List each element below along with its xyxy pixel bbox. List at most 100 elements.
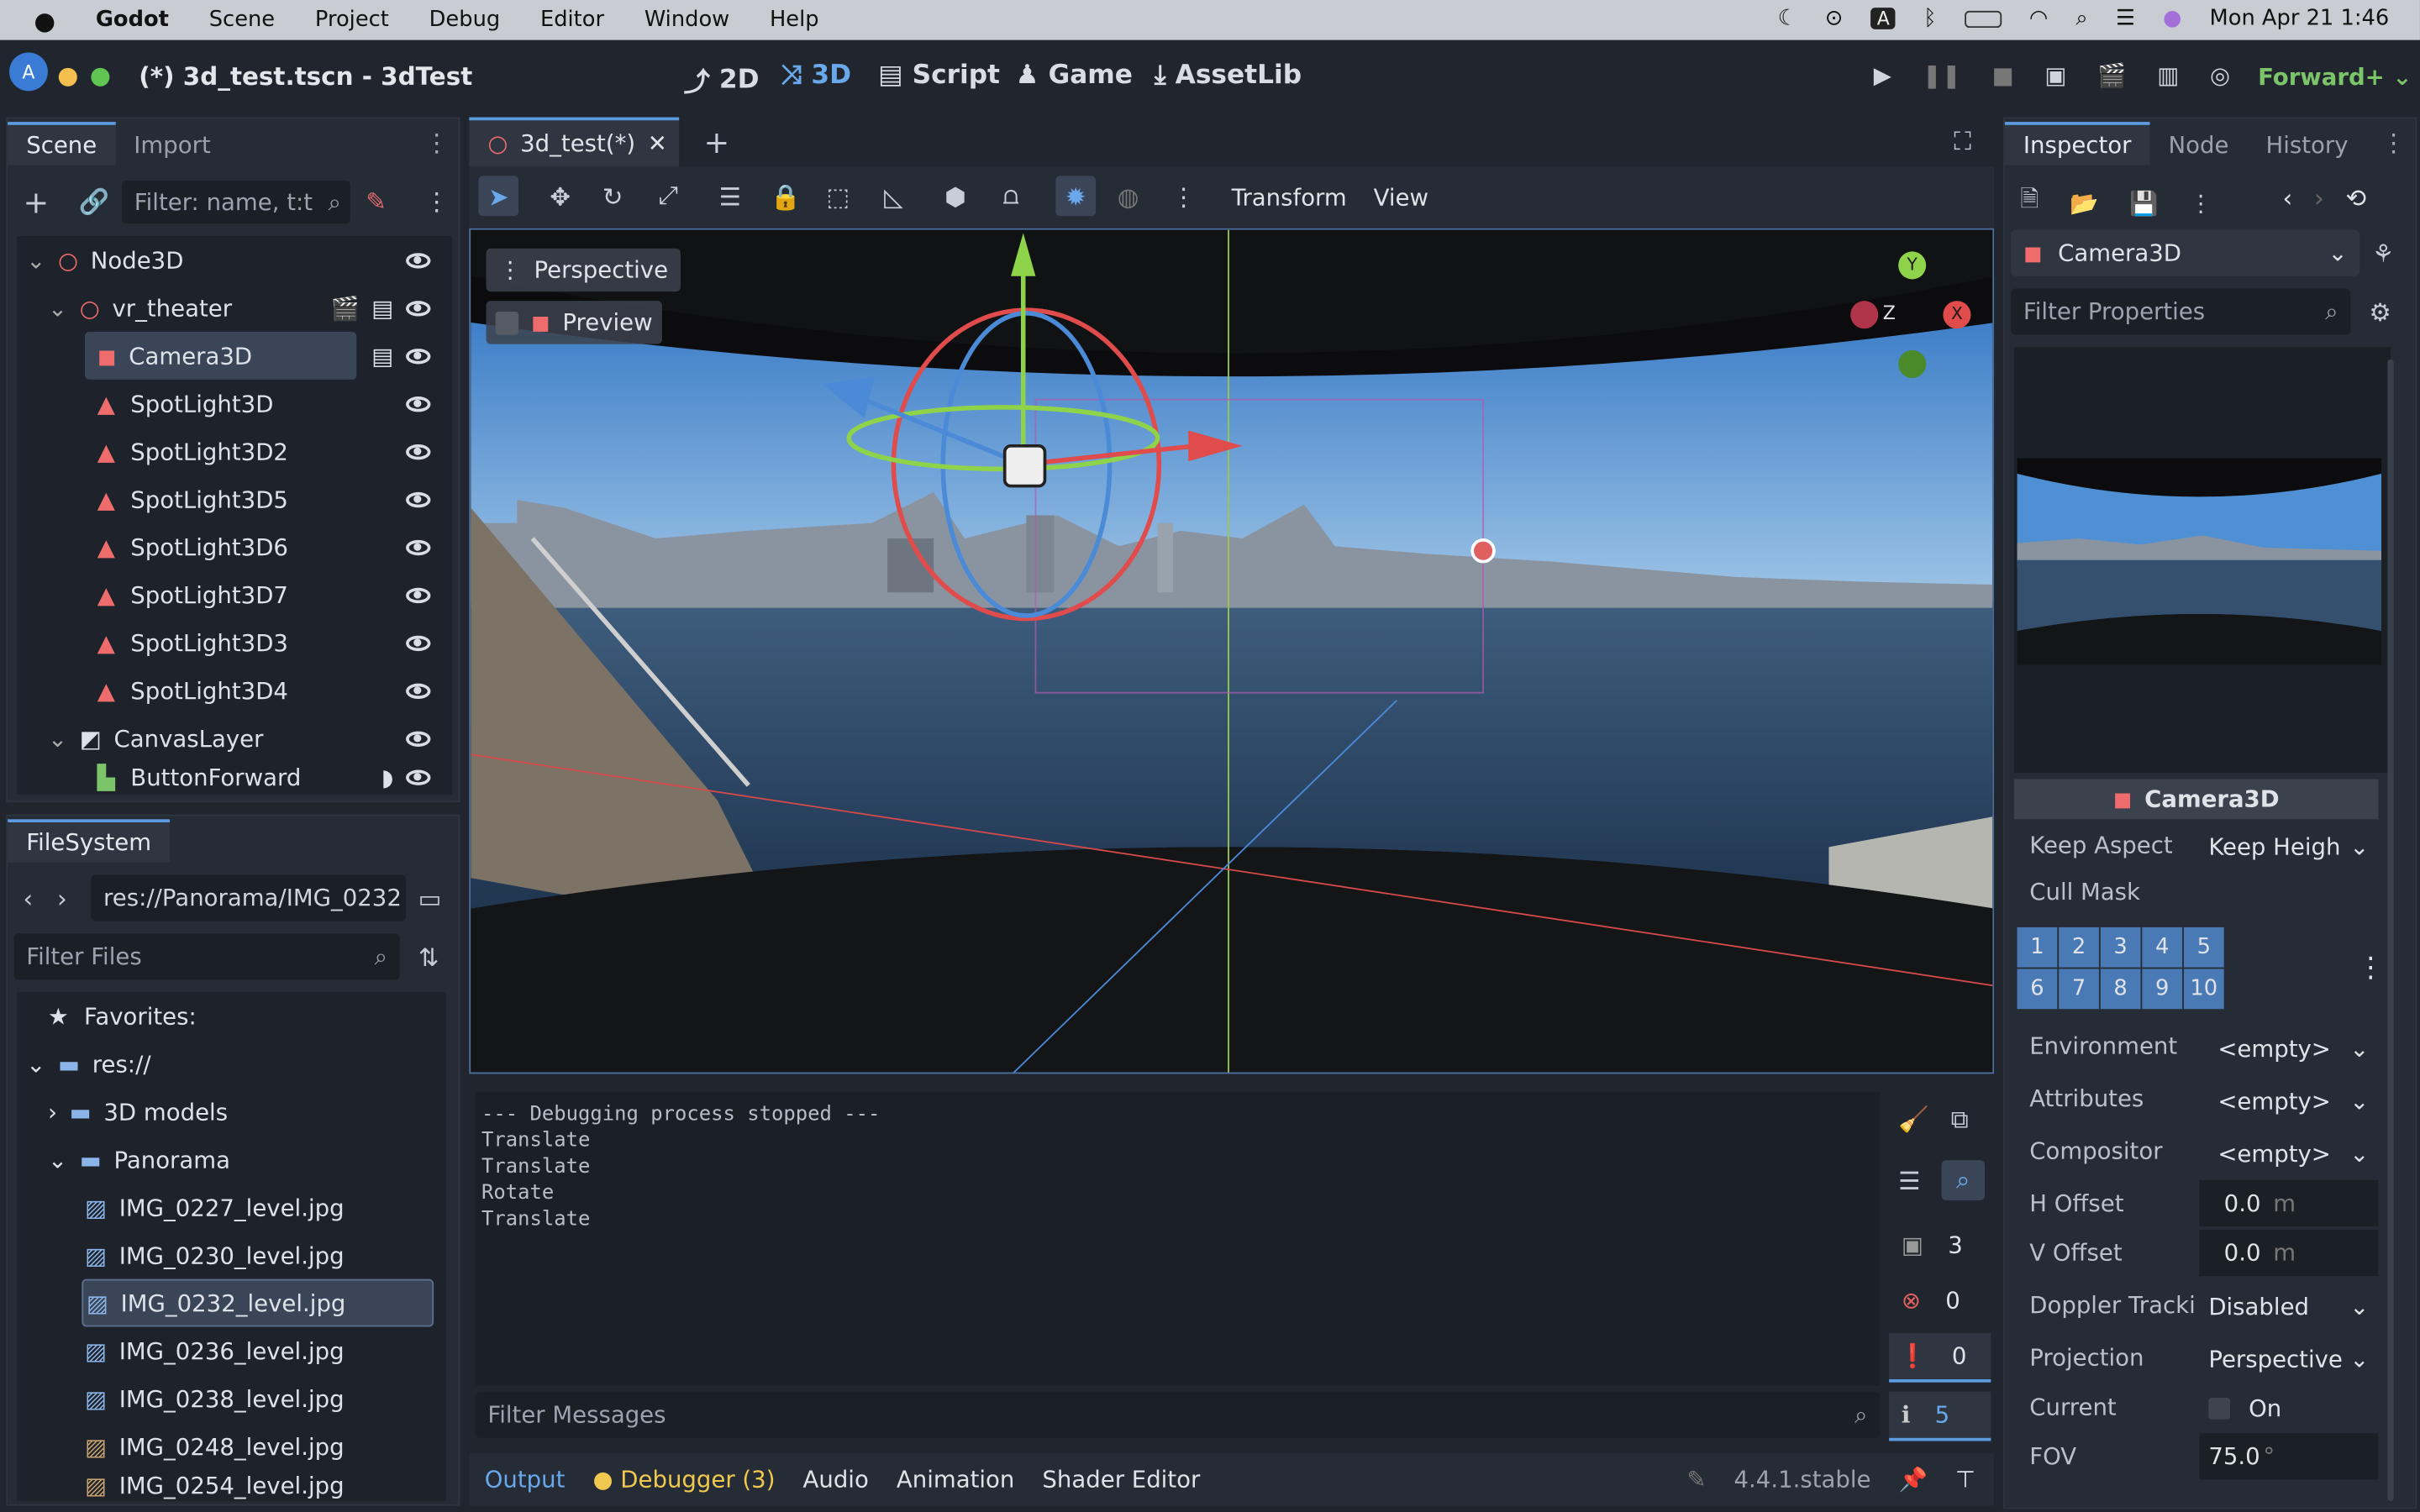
file-item[interactable]: ▨ IMG_0230_level.jpg — [85, 1231, 345, 1279]
renderer-selector[interactable]: Forward+ ⌄ — [2258, 63, 2412, 91]
list-select-icon[interactable]: ☰ — [710, 176, 750, 216]
search-icon[interactable]: ⌕ — [1941, 1160, 1985, 1200]
tree-node-spotlight[interactable]: ▲ SpotLight3D5 — [85, 475, 452, 523]
filter-messages-count[interactable]: ▣ 3 — [1892, 1222, 1991, 1268]
environment-resource[interactable]: <empty> ⌄ — [2202, 1029, 2381, 1069]
menu-scene[interactable]: Scene — [209, 8, 275, 32]
add-node-icon[interactable]: + — [24, 184, 50, 221]
visibility-eye-icon[interactable] — [406, 769, 431, 785]
visibility-eye-icon[interactable] — [406, 682, 431, 699]
tab-output[interactable]: Output — [485, 1466, 566, 1494]
v-offset-field[interactable]: 0.0 m — [2199, 1229, 2379, 1276]
visibility-eye-icon[interactable] — [406, 444, 431, 459]
signal-icon[interactable]: ◗ — [381, 764, 394, 791]
perspective-button[interactable]: ⋮ Perspective — [486, 248, 681, 292]
doppler-dropdown[interactable]: Disabled ⌄ — [2196, 1285, 2379, 1328]
tab-scene[interactable]: Scene — [8, 122, 116, 165]
forward-icon[interactable]: › — [57, 884, 67, 913]
tab-node[interactable]: Node — [2149, 125, 2247, 165]
tree-node-camera3d[interactable]: ◼ Camera3D — [85, 331, 357, 380]
history-forward-icon[interactable]: › — [2314, 184, 2324, 213]
window-minimize-button[interactable] — [58, 67, 77, 87]
menu-debug[interactable]: Debug — [429, 8, 501, 32]
battery-icon[interactable] — [1964, 9, 2002, 28]
menu-transform[interactable]: Transform — [1232, 184, 1347, 212]
movie-maker-icon[interactable]: ◎ — [2210, 61, 2230, 89]
siri-icon[interactable]: ● — [2163, 6, 2181, 30]
play-scene-icon[interactable]: 🎬 — [2097, 61, 2126, 89]
move-tool-icon[interactable]: ✥ — [540, 176, 581, 216]
visibility-eye-icon[interactable] — [406, 396, 431, 412]
keep-aspect-dropdown[interactable]: Keep Heigh ⌄ — [2196, 826, 2379, 869]
file-item[interactable]: ▨ IMG_0248_level.jpg — [85, 1422, 345, 1470]
main-game-button[interactable]: ♟ Game — [1016, 60, 1133, 92]
script-icon[interactable]: ▤ — [371, 342, 393, 370]
tree-node-spotlight[interactable]: ▲ SpotLight3D3 — [85, 619, 452, 667]
tree-node-spotlight[interactable]: ▲ SpotLight3D — [85, 380, 452, 428]
expand-panel-icon[interactable]: ⊤ — [1955, 1466, 1975, 1494]
orientation-gizmo[interactable]: Y Z X — [1850, 251, 1971, 378]
compositor-resource[interactable]: <empty> ⌄ — [2202, 1134, 2381, 1174]
menu-help[interactable]: Help — [770, 8, 819, 32]
visibility-eye-icon[interactable] — [406, 586, 431, 603]
tab-3d-test[interactable]: ○ 3d_test(*) ✕ — [469, 117, 680, 167]
split-view-icon[interactable]: ▭ — [418, 884, 442, 913]
link-icon[interactable]: 🔗 — [79, 186, 110, 216]
kebab-icon[interactable]: ⋮ — [424, 128, 449, 157]
tab-shader-editor[interactable]: Shader Editor — [1042, 1466, 1200, 1494]
inspector-scrollbar[interactable] — [2387, 359, 2394, 1502]
visibility-eye-icon[interactable] — [406, 252, 431, 268]
current-checkbox[interactable]: On — [2208, 1387, 2281, 1430]
apple-icon[interactable]: ● — [34, 5, 55, 34]
folder-3d-models[interactable]: › ▬ 3D models — [48, 1088, 228, 1136]
tab-animation[interactable]: Animation — [897, 1466, 1014, 1494]
visibility-eye-icon[interactable] — [406, 634, 431, 651]
wifi-icon[interactable]: ◠ — [2029, 6, 2048, 30]
play-icon[interactable]: ▶ — [1874, 61, 1891, 89]
path-field[interactable]: res://Panorama/IMG_0232 — [91, 874, 407, 921]
filter-script-icon[interactable]: ✎ — [366, 186, 387, 216]
tree-node-buttonforward[interactable]: ▙ ButtonForward ◗ — [85, 762, 452, 793]
tab-debugger[interactable]: ● Debugger (3) — [592, 1466, 775, 1494]
tab-history[interactable]: History — [2247, 125, 2366, 165]
inspector-settings-icon[interactable]: ⚙ — [2369, 297, 2391, 327]
open-folder-icon[interactable]: 📂 — [2070, 189, 2098, 217]
tree-node-spotlight[interactable]: ▲ SpotLight3D4 — [85, 666, 452, 714]
file-filter-input[interactable]: Filter Files ⌕ — [13, 933, 400, 980]
kebab-icon[interactable]: ⋮ — [2189, 189, 2212, 217]
tree-node-spotlight[interactable]: ▲ SpotLight3D2 — [85, 428, 452, 475]
collapse-icon[interactable]: ☰ — [1898, 1167, 1920, 1196]
object-selector[interactable]: ◼ Camera3D ⌄ — [2011, 229, 2360, 276]
window-zoom-button[interactable] — [91, 67, 110, 87]
filter-warnings-count[interactable]: ❗ 0 — [1889, 1332, 1991, 1383]
play-custom-scene-icon[interactable]: ▥ — [2157, 61, 2179, 89]
pause-icon[interactable]: ❚❚ — [1923, 61, 1961, 89]
object-history-icon[interactable]: ⟲ — [2345, 184, 2366, 213]
visibility-eye-icon[interactable] — [406, 491, 431, 507]
tab-audio[interactable]: Audio — [803, 1466, 869, 1494]
h-offset-field[interactable]: 0.0 m — [2199, 1180, 2379, 1227]
layer-9[interactable]: 9 — [2142, 969, 2183, 1010]
file-item-selected[interactable]: ▨ IMG_0232_level.jpg — [82, 1278, 434, 1327]
layer-4[interactable]: 4 — [2142, 927, 2183, 968]
file-item[interactable]: ▨ IMG_0227_level.jpg — [85, 1184, 345, 1231]
tab-inspector[interactable]: Inspector — [2004, 122, 2150, 165]
fullscreen-icon[interactable]: ⛶ — [1954, 127, 1971, 158]
filter-info-count[interactable]: ℹ5 — [1889, 1391, 1991, 1441]
environment-icon[interactable]: ◍ — [1108, 176, 1149, 216]
gizmo-neg-y[interactable] — [1898, 349, 1927, 378]
clear-output-icon[interactable]: 🧹 — [1898, 1105, 1929, 1134]
tree-node-node3d[interactable]: ⌄ ○ Node3D — [17, 236, 452, 284]
layer-2[interactable]: 2 — [2059, 927, 2099, 968]
tree-node-spotlight[interactable]: ▲ SpotLight3D6 — [85, 523, 452, 571]
menu-window[interactable]: Window — [644, 8, 729, 32]
clapper-icon[interactable]: 🎬 — [331, 294, 360, 322]
lock-icon[interactable]: 🔒 — [765, 176, 806, 216]
tree-node-vr-theater[interactable]: ⌄ ○ vr_theater 🎬 ▤ — [17, 284, 452, 332]
copy-output-icon[interactable]: ⧉ — [1951, 1105, 1969, 1136]
tab-import[interactable]: Import — [115, 125, 229, 165]
scale-tool-icon[interactable]: ⤢ — [648, 176, 688, 216]
scene-filter-input[interactable]: Filter: name, t:t ⌕ — [122, 180, 350, 224]
main-script-button[interactable]: ▤ Script — [878, 60, 1000, 92]
node-tree-icon[interactable]: ⚘ — [2372, 239, 2394, 269]
